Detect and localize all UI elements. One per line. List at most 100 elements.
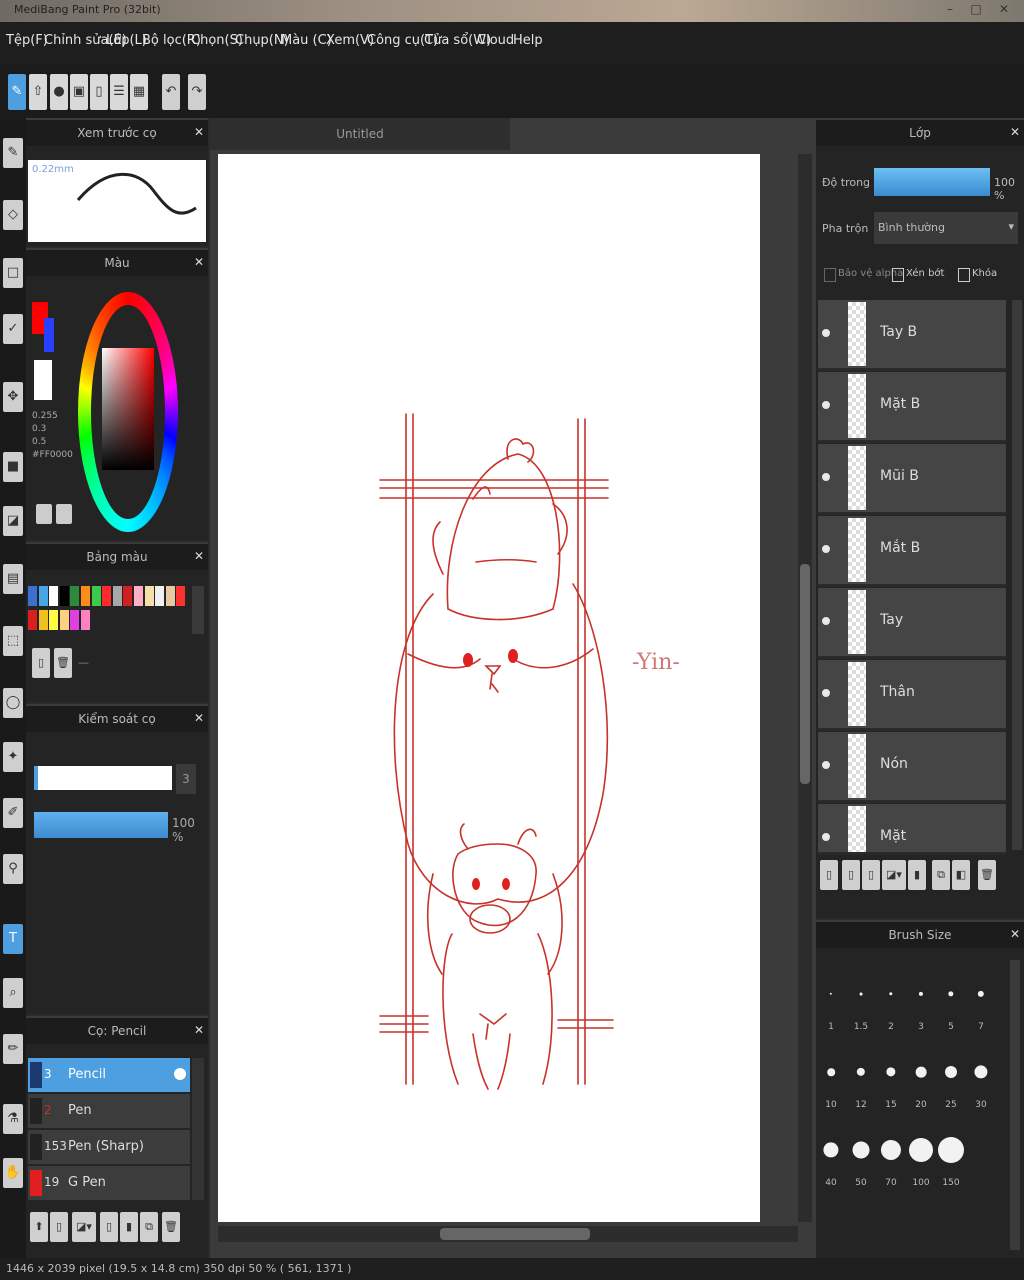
eye-icon[interactable] (822, 473, 830, 481)
brush-size-cell[interactable]: 1.5 (848, 960, 874, 1034)
upload-icon[interactable]: ⇧ (29, 74, 47, 110)
palette-swatch[interactable] (102, 586, 112, 606)
palette-swatch[interactable] (144, 586, 154, 606)
list-icon[interactable]: ☰ (110, 74, 128, 110)
brush-size-cell[interactable]: 3 (908, 960, 934, 1034)
delete-palette-icon[interactable]: 🗑 (54, 648, 72, 678)
brush-list-scrollbar[interactable] (192, 1058, 204, 1200)
layer-item[interactable]: Tay B (818, 300, 1006, 371)
lock-checkbox[interactable] (958, 268, 970, 282)
panel-close-icon[interactable]: ✕ (194, 255, 204, 269)
palette-swatch[interactable] (81, 610, 90, 630)
menu-file[interactable]: Tệp(F) (6, 33, 48, 48)
new-layer-copy-icon[interactable]: ▯ (842, 860, 860, 890)
palette-scrollbar[interactable] (192, 586, 204, 634)
layer-settings-icon[interactable]: ◧ (952, 860, 970, 890)
brush-size-cell[interactable]: 1 (818, 960, 844, 1034)
palette-swatch[interactable] (59, 610, 69, 630)
layer-folder-icon[interactable]: ▮ (908, 860, 926, 890)
layer-item[interactable]: Mặt B (818, 372, 1006, 443)
reset-icon[interactable] (56, 504, 72, 524)
clip-checkbox[interactable] (892, 268, 904, 282)
layer-item[interactable]: Nón (818, 732, 1006, 803)
scroll-thumb[interactable] (440, 1228, 590, 1240)
panel-close-icon[interactable]: ✕ (1010, 125, 1020, 139)
add-brush-icon[interactable]: ⬆ (30, 1212, 48, 1242)
text-tool-icon[interactable]: T (3, 924, 23, 954)
delete-layer-icon[interactable]: 🗑 (978, 860, 996, 890)
gradient-tool-icon[interactable]: ▤ (3, 564, 23, 594)
select-tool-icon[interactable]: ⬚ (3, 626, 23, 656)
brush-size-cell[interactable]: 7 (968, 960, 994, 1034)
pen-icon[interactable]: ✎ (8, 74, 26, 110)
eye-icon[interactable] (822, 329, 830, 337)
brush-item[interactable]: 3 Pencil (28, 1058, 190, 1092)
layer-opacity-slider[interactable] (874, 168, 990, 196)
eye-icon[interactable] (822, 617, 830, 625)
layers-scrollbar[interactable] (1012, 300, 1022, 850)
move-tool-icon[interactable]: ✥ (3, 382, 23, 412)
eye-icon[interactable] (822, 833, 830, 841)
merge-layer-icon[interactable]: ⧉ (932, 860, 950, 890)
minimize-icon[interactable]: – (940, 2, 960, 18)
chat-icon[interactable]: ▣ (70, 74, 88, 110)
panel-close-icon[interactable]: ✕ (194, 711, 204, 725)
bucket-tool-icon[interactable]: ◪ (3, 506, 23, 536)
panel-close-icon[interactable]: ✕ (194, 125, 204, 139)
menu-cloud[interactable]: Cloud (477, 33, 514, 48)
palette-swatch[interactable] (123, 586, 133, 606)
new-brush-icon[interactable]: ▯ (50, 1212, 68, 1242)
brush-size-value[interactable]: 3 (176, 764, 196, 794)
pencil-tool-icon[interactable]: ✏ (3, 1034, 23, 1064)
panel-close-icon[interactable]: ✕ (194, 549, 204, 563)
palette-swatch[interactable] (70, 586, 80, 606)
palette-swatch[interactable] (155, 586, 165, 606)
new-layer-icon[interactable]: ▯ (820, 860, 838, 890)
zoom-tool-icon[interactable]: ⌕ (3, 978, 23, 1008)
palette-swatch[interactable] (49, 610, 59, 630)
swap-icon[interactable] (36, 504, 52, 524)
palette-swatch[interactable] (176, 586, 186, 606)
new-palette-icon[interactable]: ▯ (32, 648, 50, 678)
brush-size-cell[interactable]: 100 (908, 1116, 934, 1190)
layer-item[interactable]: Mắt B (818, 516, 1006, 587)
brush-copy-icon[interactable]: ▯ (100, 1212, 118, 1242)
undo-icon[interactable]: ↶ (162, 74, 180, 110)
menu-help[interactable]: Help (513, 33, 543, 48)
palette-swatch[interactable] (49, 586, 59, 606)
scroll-thumb[interactable] (800, 564, 810, 784)
maximize-icon[interactable]: □ (966, 2, 986, 18)
palette-swatch[interactable] (38, 610, 48, 630)
eye-icon[interactable] (822, 401, 830, 409)
check-tool-icon[interactable]: ✓ (3, 314, 23, 344)
brush-size-cell[interactable]: 20 (908, 1038, 934, 1112)
palette-swatch[interactable] (134, 586, 143, 606)
brush-size-cell[interactable]: 50 (848, 1116, 874, 1190)
vertical-scrollbar[interactable] (798, 154, 812, 1222)
brush-opacity-slider[interactable] (34, 812, 168, 838)
layer-item[interactable]: Thân (818, 660, 1006, 731)
palette-swatch[interactable] (81, 586, 90, 606)
brush-tool-icon[interactable]: ✎ (3, 138, 23, 168)
folder-icon[interactable]: ▮ (120, 1212, 138, 1242)
duplicate-layer-icon[interactable]: ▯ (862, 860, 880, 890)
brush-size-cell[interactable]: 30 (968, 1038, 994, 1112)
alpha-protect-checkbox[interactable] (824, 268, 836, 282)
layer-item[interactable]: Tay (818, 588, 1006, 659)
hue-wheel[interactable] (78, 292, 178, 532)
brush-size-cell[interactable]: 70 (878, 1116, 904, 1190)
hand-tool-icon[interactable]: ✋ (3, 1158, 23, 1188)
close-icon[interactable]: ✕ (994, 2, 1014, 18)
brush-menu-icon[interactable]: ◪▾ (72, 1212, 96, 1242)
brush-size-cell[interactable]: 150 (938, 1116, 964, 1190)
palette-swatch[interactable] (70, 610, 80, 630)
lasso-tool-icon[interactable]: ◯ (3, 688, 23, 718)
palette-swatch[interactable] (91, 586, 101, 606)
layer-item[interactable]: Mũi B (818, 444, 1006, 515)
document-icon[interactable]: ▯ (90, 74, 108, 110)
brush-item[interactable]: 19 G Pen (28, 1166, 190, 1200)
eyedropper-icon[interactable]: ⚲ (3, 854, 23, 884)
brush-item[interactable]: 2 Pen (28, 1094, 190, 1128)
brush-size-slider[interactable] (34, 766, 172, 790)
brush-size-cell[interactable]: 5 (938, 960, 964, 1034)
